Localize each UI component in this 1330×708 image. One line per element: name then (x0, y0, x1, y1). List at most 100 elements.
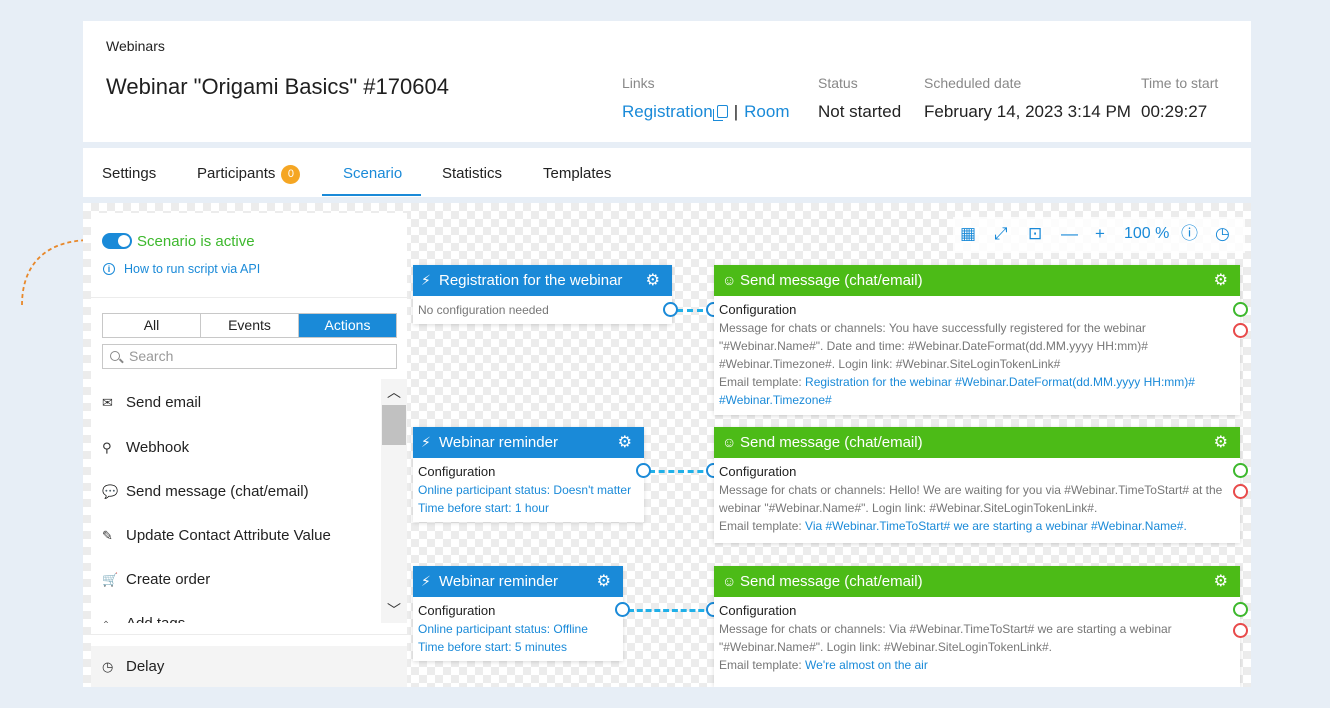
trigger-node-reminder-1[interactable]: ⚡ Webinar reminder ⚙ Configuration Online … (413, 427, 644, 522)
error-port[interactable] (1233, 323, 1248, 338)
success-port[interactable] (1233, 302, 1248, 317)
active-tab-indicator (322, 194, 421, 196)
webhook-icon: ⚲ (102, 440, 112, 455)
lightning-icon: ⚡ (421, 573, 431, 589)
clock-icon: ◷ (102, 659, 114, 674)
tab-settings[interactable]: Settings (102, 165, 156, 182)
message-text: Message for chats or channels: You have … (719, 321, 1148, 371)
registration-link[interactable]: Registration (622, 102, 713, 121)
template-link[interactable]: Via #Webinar.TimeToStart# we are startin… (805, 519, 1187, 533)
grid-icon[interactable]: ▦ (960, 225, 976, 243)
status-block: Status Not started (818, 75, 901, 122)
output-port[interactable] (663, 302, 678, 317)
fullscreen-icon[interactable]: ⤢ (994, 225, 1008, 243)
list-item-send-email[interactable]: ✉ Send email (102, 394, 201, 411)
config-label: Configuration (719, 302, 797, 317)
config-label: Configuration (418, 603, 496, 618)
divider (91, 297, 407, 298)
tab-scenario[interactable]: Scenario (343, 165, 402, 182)
gear-icon[interactable]: ⚙ (1214, 265, 1228, 296)
list-item-send-message[interactable]: 💬 Send message (chat/email) (102, 483, 309, 500)
node-title: Send message (chat/email) (740, 272, 923, 289)
delay-label: Delay (126, 658, 165, 675)
node-param[interactable]: Online participant status: Offline (418, 620, 618, 638)
template-label: Email template: (719, 519, 806, 533)
links-label: Links (622, 75, 655, 91)
page-title: Webinar "Origami Basics" #170604 (106, 74, 449, 99)
message-text: Message for chats or channels: Hello! We… (719, 483, 1223, 515)
gear-icon[interactable]: ⚙ (646, 265, 660, 296)
node-title: Send message (chat/email) (740, 434, 923, 451)
trigger-node-reminder-2[interactable]: ⚡ Webinar reminder ⚙ Configuration Online … (413, 566, 623, 661)
scenario-active-label: Scenario is active (137, 233, 255, 250)
connector (628, 609, 713, 612)
status-value: Not started (818, 102, 902, 121)
list-item-update-attribute[interactable]: ✎ Update Contact Attribute Value (102, 527, 331, 544)
scenario-canvas[interactable]: Scenario is active i How to run script v… (83, 203, 1251, 687)
node-param[interactable]: Time before start: 5 minutes (418, 638, 618, 656)
copy-icon[interactable] (712, 105, 728, 121)
tag-icon: ⌂ (102, 616, 118, 623)
node-title: Webinar reminder (439, 434, 558, 451)
tab-templates[interactable]: Templates (543, 165, 611, 182)
template-label: Email template: (719, 375, 806, 389)
list-item-delay[interactable]: ◷ Delay (91, 646, 407, 687)
output-port[interactable] (636, 463, 651, 478)
trigger-node-registration[interactable]: ⚡ Registration for the webinar ⚙ No config… (413, 265, 672, 324)
filter-actions[interactable]: Actions (299, 314, 396, 337)
lightning-icon: ⚡ (421, 434, 431, 450)
tab-statistics[interactable]: Statistics (442, 165, 502, 182)
history-icon[interactable]: ◷ (1215, 225, 1230, 243)
scroll-down-icon[interactable]: ﹀ (381, 599, 407, 621)
action-node-send-message-1[interactable]: ☺ Send message (chat/email) ⚙ Configuratio… (714, 265, 1240, 415)
output-port[interactable] (615, 602, 630, 617)
webinar-header: Webinars Webinar "Origami Basics" #17060… (83, 21, 1251, 142)
gear-icon[interactable]: ⚙ (597, 566, 611, 597)
edit-icon: ✎ (102, 528, 113, 543)
scheduled-label: Scheduled date (924, 75, 1022, 91)
lightning-icon: ⚡ (421, 272, 431, 288)
list-item-webhook[interactable]: ⚲ Webhook (102, 439, 189, 456)
envelope-icon: ✉ (102, 395, 113, 410)
scheduled-block: Scheduled date February 14, 2023 3:14 PM (924, 75, 1131, 122)
api-help-link[interactable]: How to run script via API (124, 262, 260, 276)
zoom-in-icon[interactable]: + (1095, 225, 1105, 243)
scenario-active-toggle[interactable] (102, 233, 132, 249)
list-item-create-order[interactable]: 🛒 Create order (102, 571, 210, 588)
participants-count-badge: 0 (281, 165, 301, 184)
template-link[interactable]: We're almost on the air (805, 658, 928, 672)
room-link[interactable]: Room (744, 102, 789, 121)
fit-icon[interactable]: ⊡ (1028, 225, 1042, 243)
action-node-send-message-3[interactable]: ☺ Send message (chat/email) ⚙ Configuratio… (714, 566, 1240, 687)
success-port[interactable] (1233, 602, 1248, 617)
node-param[interactable]: Time before start: 1 hour (418, 499, 639, 517)
error-port[interactable] (1233, 623, 1248, 638)
help-icon[interactable]: ⓘ (1181, 225, 1198, 243)
gear-icon[interactable]: ⚙ (1214, 427, 1228, 458)
node-body: No configuration needed (418, 303, 549, 317)
scheduled-value: February 14, 2023 3:14 PM (924, 102, 1131, 121)
gear-icon[interactable]: ⚙ (618, 427, 632, 458)
tab-participants[interactable]: Participants 0 (197, 165, 301, 184)
scroll-up-icon[interactable]: ︿ (381, 381, 407, 403)
chat-icon: ☺ (722, 434, 737, 450)
list-scrollbar[interactable]: ︿ ﹀ (381, 379, 407, 623)
error-port[interactable] (1233, 484, 1248, 499)
node-param[interactable]: Online participant status: Doesn't matte… (418, 481, 639, 499)
breadcrumb[interactable]: Webinars (106, 38, 165, 54)
success-port[interactable] (1233, 463, 1248, 478)
config-label: Configuration (719, 603, 797, 618)
links-block: Links Registration | Room (622, 75, 790, 122)
node-title: Send message (chat/email) (740, 573, 923, 590)
tab-bar: Settings Participants 0 Scenario Statisti… (83, 148, 1251, 197)
status-label: Status (818, 75, 858, 91)
filter-all[interactable]: All (103, 314, 201, 337)
search-input[interactable]: Search (102, 344, 397, 369)
zoom-out-icon[interactable]: — (1061, 225, 1078, 243)
scroll-thumb[interactable] (382, 405, 406, 445)
list-item-add-tags[interactable]: ⌂ Add tags (102, 615, 185, 623)
gear-icon[interactable]: ⚙ (1214, 566, 1228, 597)
action-node-send-message-2[interactable]: ☺ Send message (chat/email) ⚙ Configuratio… (714, 427, 1240, 543)
zoom-level: 100 % (1124, 225, 1170, 242)
filter-events[interactable]: Events (201, 314, 299, 337)
